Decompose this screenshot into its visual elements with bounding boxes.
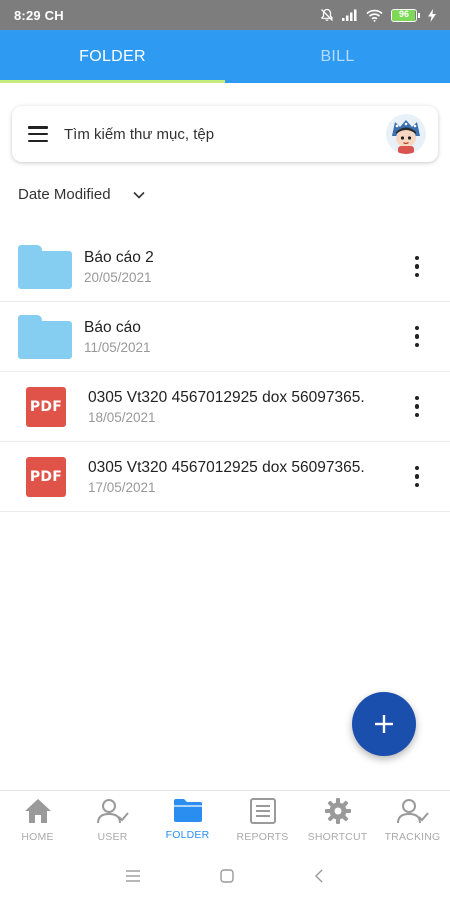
file-name: 0305 Vt320 4567012925 dox 56097365. [88, 388, 365, 406]
menu-icon[interactable] [28, 126, 48, 142]
back-icon[interactable] [314, 869, 324, 883]
tab-bill[interactable]: BILL [225, 30, 450, 83]
file-name: Báo cáo [84, 318, 141, 336]
bottom-nav: HOME USER FOLDER REPORTS SHORTCUT TRACKI… [0, 790, 450, 852]
nav-home[interactable]: HOME [0, 791, 75, 852]
nav-shortcut[interactable]: SHORTCUT [300, 791, 375, 852]
nav-user[interactable]: USER [75, 791, 150, 852]
pdf-icon: PDF [26, 386, 66, 427]
pdf-icon: PDF [26, 456, 66, 497]
folder-icon [173, 799, 202, 822]
status-bar: 8:29 CH 96 [0, 0, 450, 30]
mute-icon [321, 8, 333, 21]
add-button[interactable] [352, 692, 416, 756]
wifi-icon [366, 9, 383, 22]
battery-level: 96 [398, 8, 409, 19]
top-tabs: FOLDER BILL [0, 30, 450, 83]
system-nav-bar [0, 852, 450, 900]
recents-menu-icon[interactable] [126, 870, 140, 882]
status-time: 8:29 CH [14, 7, 64, 23]
avatar[interactable] [386, 114, 426, 154]
home-square-icon[interactable] [220, 869, 234, 883]
user-check-icon [396, 799, 429, 824]
folder-icon [18, 314, 72, 359]
tab-bill-label: BILL [320, 47, 355, 65]
tab-indicator [0, 80, 225, 83]
file-date: 18/05/2021 [88, 409, 156, 425]
user-check-icon [96, 799, 129, 824]
nav-reports-label: REPORTS [236, 831, 289, 843]
file-list: Báo cáo 2 20/05/2021 Báo cáo 11/05/2021 … [0, 232, 450, 512]
sort-dropdown[interactable]: Date Modified [18, 186, 145, 203]
reports-icon [249, 798, 276, 824]
chevron-down-icon [132, 191, 145, 199]
list-item[interactable]: PDF 0305 Vt320 4567012925 dox 56097365. … [0, 372, 450, 442]
more-vert-icon[interactable] [400, 387, 434, 427]
list-item[interactable]: PDF 0305 Vt320 4567012925 dox 56097365. … [0, 442, 450, 512]
search-input[interactable]: Tìm kiếm thư mục, tệp [64, 126, 386, 143]
signal-icon [342, 9, 357, 21]
more-vert-icon[interactable] [400, 247, 434, 287]
charging-icon [428, 8, 436, 22]
nav-reports[interactable]: REPORTS [225, 791, 300, 852]
nav-tracking[interactable]: TRACKING [375, 791, 450, 852]
nav-home-label: HOME [21, 831, 54, 843]
battery-icon: 96 [391, 8, 420, 22]
search-bar[interactable]: Tìm kiếm thư mục, tệp [12, 106, 438, 162]
sort-label: Date Modified [18, 186, 111, 203]
more-vert-icon[interactable] [400, 317, 434, 357]
file-date: 17/05/2021 [88, 479, 156, 495]
tab-folder-label: FOLDER [79, 47, 146, 65]
home-icon [24, 799, 51, 823]
more-vert-icon[interactable] [400, 457, 434, 497]
list-item[interactable]: Báo cáo 11/05/2021 [0, 302, 450, 372]
file-date: 11/05/2021 [84, 339, 151, 355]
plus-icon [375, 715, 393, 733]
tab-folder[interactable]: FOLDER [0, 30, 225, 83]
gear-icon [324, 798, 351, 824]
list-item[interactable]: Báo cáo 2 20/05/2021 [0, 232, 450, 302]
nav-shortcut-label: SHORTCUT [307, 831, 368, 843]
folder-icon [18, 244, 72, 289]
nav-user-label: USER [97, 831, 128, 843]
file-date: 20/05/2021 [84, 269, 152, 285]
nav-tracking-label: TRACKING [384, 831, 441, 843]
file-name: Báo cáo 2 [84, 248, 154, 266]
nav-folder[interactable]: FOLDER [150, 791, 225, 852]
status-icons: 96 [320, 8, 436, 22]
file-name: 0305 Vt320 4567012925 dox 56097365. [88, 458, 365, 476]
nav-folder-label: FOLDER [165, 829, 210, 841]
